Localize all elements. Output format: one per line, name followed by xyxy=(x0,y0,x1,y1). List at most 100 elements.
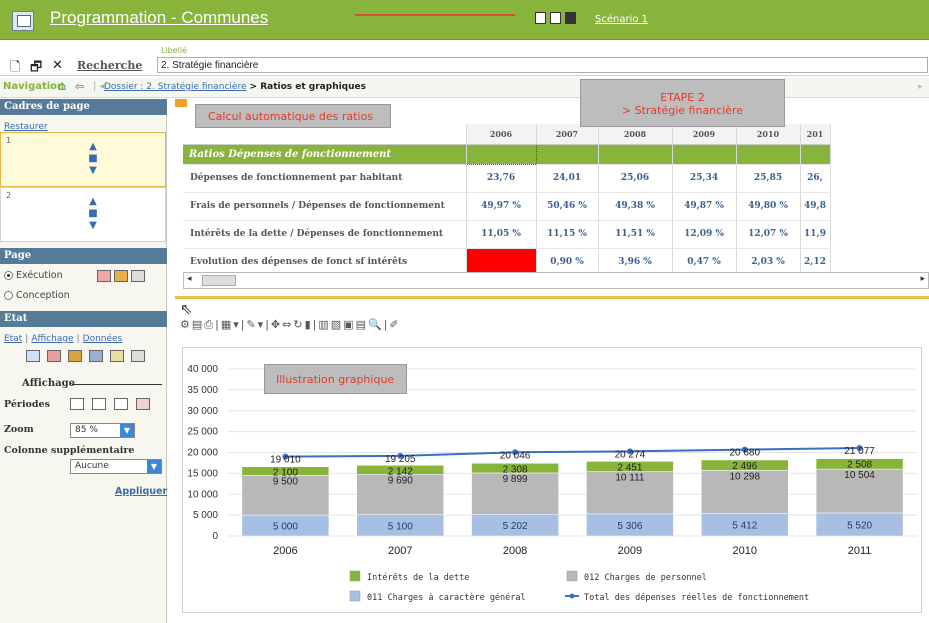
chart-tool-icon[interactable]: ▣ xyxy=(343,318,355,331)
x-tick-label: 2008 xyxy=(503,545,527,557)
export-icon[interactable] xyxy=(26,350,40,362)
chart-tool-icon[interactable]: ✎▾ xyxy=(246,318,265,331)
chart-tool-icon[interactable]: ↻ xyxy=(293,318,304,331)
year-header: 2006 xyxy=(466,124,537,145)
chart-tool-icon[interactable]: ⎙ xyxy=(204,318,215,331)
app-title-link[interactable]: Programmation - Communes xyxy=(50,8,268,28)
chart-tool-icon[interactable]: ▦▾ xyxy=(221,318,241,331)
table-cell[interactable]: 24,01 xyxy=(536,164,599,193)
data-label: 5 202 xyxy=(503,521,528,532)
nav-forward-icon[interactable]: ▸ xyxy=(918,82,923,92)
chart-tool-icon[interactable]: ▥ xyxy=(318,318,330,331)
book-icon[interactable] xyxy=(97,270,111,282)
breadcrumb-dossier-link[interactable]: Dossier : 2. Stratégie financière xyxy=(104,82,247,92)
frame-move-icon[interactable]: ▲ ■ ▼ xyxy=(86,141,100,177)
table-cell[interactable]: 49,80 % xyxy=(736,192,801,221)
chevron-down-icon[interactable]: ▼ xyxy=(147,460,161,473)
year-header: 2008 xyxy=(598,124,673,145)
conception-label: Conception xyxy=(16,290,70,301)
home-icon[interactable]: ⌂ xyxy=(58,79,66,94)
chart-tool-icon[interactable]: ✐ xyxy=(389,318,400,331)
chart-tool-icon[interactable]: 🔍 xyxy=(368,318,384,331)
year-header: 2010 xyxy=(736,124,801,145)
scenario-link[interactable]: Scénario 1 xyxy=(595,14,648,25)
print-icon[interactable] xyxy=(47,350,61,362)
chart-tool-icon[interactable]: ▧ xyxy=(331,318,343,331)
period-right-icon[interactable] xyxy=(114,398,128,410)
filter-icon[interactable] xyxy=(131,350,145,362)
page-frame-1[interactable]: 1 ▲ ■ ▼ xyxy=(0,132,166,187)
callout-illustration: Illustration graphique xyxy=(264,364,407,394)
legend-label: 012 Charges de personnel xyxy=(584,573,707,583)
colonne-select[interactable]: Aucune ▼ xyxy=(70,459,162,474)
save-icon[interactable] xyxy=(565,12,576,24)
bar-chart-icon[interactable] xyxy=(68,350,82,362)
table-cell[interactable]: 11,51 % xyxy=(598,220,673,249)
zoom-select[interactable]: 85 % ▼ xyxy=(70,423,135,438)
scroll-left-icon[interactable]: ◂ xyxy=(187,274,192,284)
frame-move-icon[interactable]: ▲ ■ ▼ xyxy=(86,196,100,232)
scroll-thumb[interactable] xyxy=(202,275,236,286)
appliquer-link[interactable]: Appliquer xyxy=(115,486,167,497)
table-cell[interactable]: 25,85 xyxy=(736,164,801,193)
y-tick-label: 40 000 xyxy=(187,364,218,375)
chevron-down-icon[interactable]: ▼ xyxy=(120,424,134,437)
table-cell[interactable]: 12,07 % xyxy=(736,220,801,249)
table-cell[interactable]: 11,9 xyxy=(800,220,831,249)
table-row: Intérêts de la dette / Dépenses de fonct… xyxy=(183,220,831,249)
table-cell[interactable]: 23,76 xyxy=(466,164,537,193)
y-tick-label: 15 000 xyxy=(187,468,218,479)
recherche-link[interactable]: Recherche xyxy=(77,59,142,72)
etat-link[interactable]: Etat xyxy=(4,334,22,344)
table-cell[interactable]: 11,05 % xyxy=(466,220,537,249)
horizontal-scrollbar[interactable]: ◂ ▸ xyxy=(183,272,929,289)
list-icon[interactable] xyxy=(550,12,561,24)
radio-checked-icon[interactable] xyxy=(4,271,13,280)
chart-icon[interactable] xyxy=(114,270,128,282)
table-cell[interactable]: 11,15 % xyxy=(536,220,599,249)
delete-icon[interactable]: ✕ xyxy=(52,58,63,73)
chart-tool-icon[interactable]: ▤ xyxy=(356,318,368,331)
chart-tool-icon[interactable]: ⇔ xyxy=(282,318,293,331)
chart-tool-icon[interactable]: ⚙ xyxy=(180,318,192,331)
new-file-icon[interactable]: 🗋 xyxy=(10,58,20,80)
affichage-link[interactable]: Affichage xyxy=(31,334,73,344)
radio-unchecked-icon[interactable] xyxy=(4,291,13,300)
page-frame-2[interactable]: 2 ▲ ■ ▼ xyxy=(0,187,166,242)
table-cell[interactable]: 50,46 % xyxy=(536,192,599,221)
table-cell[interactable]: 49,97 % xyxy=(466,192,537,221)
period-left-icon[interactable] xyxy=(70,398,84,410)
restaurer-link[interactable]: Restaurer xyxy=(4,122,48,132)
execution-radio[interactable]: Exécution xyxy=(4,270,63,281)
chart-tool-icon[interactable]: ▮ xyxy=(305,318,313,331)
table-cell[interactable]: 49,38 % xyxy=(598,192,673,221)
period-down-icon[interactable] xyxy=(92,398,106,410)
chart-tool-icon[interactable]: ✥ xyxy=(271,318,282,331)
scroll-right-icon[interactable]: ▸ xyxy=(920,274,925,284)
table-cell[interactable]: 26, xyxy=(800,164,831,193)
new-document-icon[interactable] xyxy=(535,12,546,24)
nav-separator: | ◂ xyxy=(93,81,105,92)
back-arrow-icon[interactable]: ⇦ xyxy=(75,80,84,93)
table-cell[interactable]: 25,06 xyxy=(598,164,673,193)
conception-radio[interactable]: Conception xyxy=(4,290,70,301)
legend-label: 011 Charges à caractère général xyxy=(367,592,526,603)
folder-icon[interactable] xyxy=(110,350,124,362)
table-cell[interactable]: 49,87 % xyxy=(672,192,737,221)
calendar-icon[interactable] xyxy=(136,398,150,410)
grid-icon[interactable] xyxy=(131,270,145,282)
table-cell[interactable]: 49,8 xyxy=(800,192,831,221)
pie-chart-icon[interactable] xyxy=(89,350,103,362)
table-cell[interactable]: 12,09 % xyxy=(672,220,737,249)
zoom-value: 85 % xyxy=(75,425,98,435)
table-cell[interactable]: 25,34 xyxy=(672,164,737,193)
ratios-table: 2006 2007 2008 2009 2010 201 Ratios Dépe… xyxy=(183,124,831,277)
total-data-label: 20 680 xyxy=(729,448,760,459)
chart-tool-icon[interactable]: ▤ xyxy=(192,318,204,331)
donnees-link[interactable]: Données xyxy=(83,334,123,344)
x-tick-label: 2010 xyxy=(733,545,757,557)
edit-file-icon[interactable]: 🗗 xyxy=(30,58,42,80)
year-header: 2007 xyxy=(536,124,599,145)
libelle-input[interactable] xyxy=(157,57,928,73)
title-red-accent xyxy=(355,14,515,16)
